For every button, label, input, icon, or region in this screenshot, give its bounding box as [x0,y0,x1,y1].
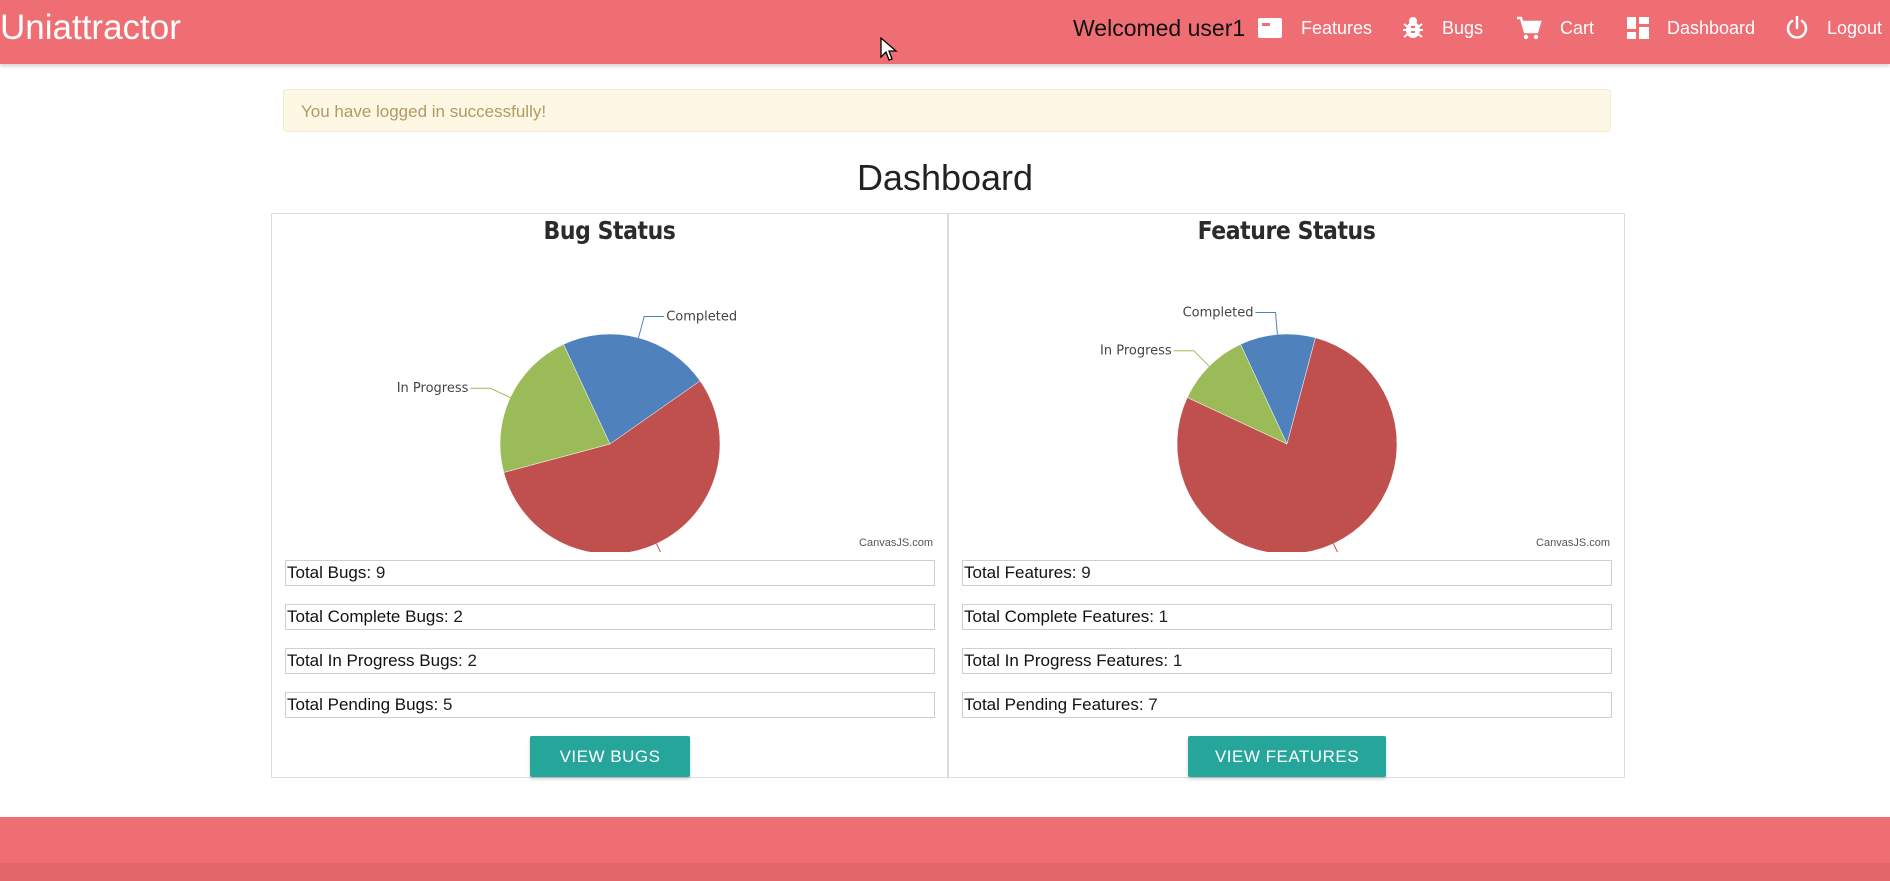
stat-value: 9 [1081,563,1091,582]
pie-label-connector [656,543,661,552]
stat-label: Total Bugs: [287,563,372,582]
stat-label: Total Complete Bugs: [287,607,449,626]
nav-features-label: Features [1301,17,1373,38]
nav-logout[interactable]: Logout [1785,0,1882,56]
stat-value: 9 [375,563,386,582]
bug-chart-title: Bug Status [543,216,676,245]
pie-label-completed: Completed [1183,306,1254,321]
nav-bugs[interactable]: Bugs [1402,0,1483,56]
chart-credit[interactable]: CanvasJS.com [1536,537,1610,549]
feature-status-card: Feature Status CompletedPendingIn Progre… [948,213,1625,778]
nav-features[interactable]: Features [1257,0,1372,56]
stat-value: 5 [442,695,453,714]
chart-credit[interactable]: CanvasJS.com [859,537,933,549]
stat-label: Total Pending Bugs: [287,695,439,714]
pie-label-in-progress: In Progress [397,381,469,396]
stat-value: 2 [467,651,477,670]
welcome-text: Welcomed user1 [1073,15,1246,41]
view-bugs-button[interactable]: VIEW BUGS [530,736,690,777]
cart-icon [1516,16,1542,40]
pie-label-connector [638,316,665,338]
stat-label: Total Pending Features: [964,695,1144,714]
mouse-cursor-icon [880,36,898,68]
feature-chart-title: Feature Status [1197,216,1376,245]
nav-bugs-label: Bugs [1442,17,1484,38]
stat-value: 1 [1158,607,1169,626]
footer-bottom-bar [0,863,1890,881]
stat-value: 2 [453,607,463,626]
bug-status-pie-chart: CompletedPendingIn Progress [397,310,737,552]
stat-value: 1 [1172,651,1183,670]
stat-label: Total Features: [964,563,1077,582]
page-title: Dashboard [856,157,1034,198]
nav-logout-label: Logout [1827,17,1883,38]
top-navbar: Uniattractor Welcomed user1 Features Bug… [0,0,1890,64]
bug-icon [1402,16,1424,40]
feature-status-pie-chart: CompletedPendingIn Progress [1100,306,1398,552]
pie-label-connector [1333,543,1338,552]
pie-label-connector [1173,350,1210,367]
stat-value: 7 [1148,695,1158,714]
stat-label: Total Complete Features: [964,607,1154,626]
nav-cart[interactable]: Cart [1516,0,1594,56]
stat-label: Total In Progress Bugs: [287,651,463,670]
stat-in-progress-features: Total In Progress Features: 1 [962,648,1612,674]
success-alert: You have logged in successfully! [283,89,1611,132]
stat-pending-bugs: Total Pending Bugs: 5 [285,692,935,718]
features-icon [1257,17,1283,39]
stat-pending-features: Total Pending Features: 7 [962,692,1612,718]
stat-in-progress-bugs: Total In Progress Bugs: 2 [285,648,935,674]
nav-dashboard[interactable]: Dashboard [1627,0,1755,56]
pie-label-connector [1255,312,1278,335]
pie-label-completed: Completed [666,310,737,325]
stat-total-features: Total Features: 9 [962,560,1612,586]
nav-dashboard-label: Dashboard [1667,17,1756,38]
stat-label: Total In Progress Features: [964,651,1169,670]
pie-label-in-progress: In Progress [1100,344,1172,359]
bug-status-card: Bug Status CompletedPendingIn Progress C… [271,213,948,778]
dashboard-icon [1627,17,1649,39]
view-features-button[interactable]: VIEW FEATURES [1188,736,1386,777]
stat-complete-bugs: Total Complete Bugs: 2 [285,604,935,630]
stat-total-bugs: Total Bugs: 9 [285,560,935,586]
nav-cart-label: Cart [1560,17,1595,38]
brand-logo[interactable]: Uniattractor [0,6,181,50]
power-icon [1785,16,1809,40]
pie-label-connector [470,387,511,398]
stat-complete-features: Total Complete Features: 1 [962,604,1612,630]
